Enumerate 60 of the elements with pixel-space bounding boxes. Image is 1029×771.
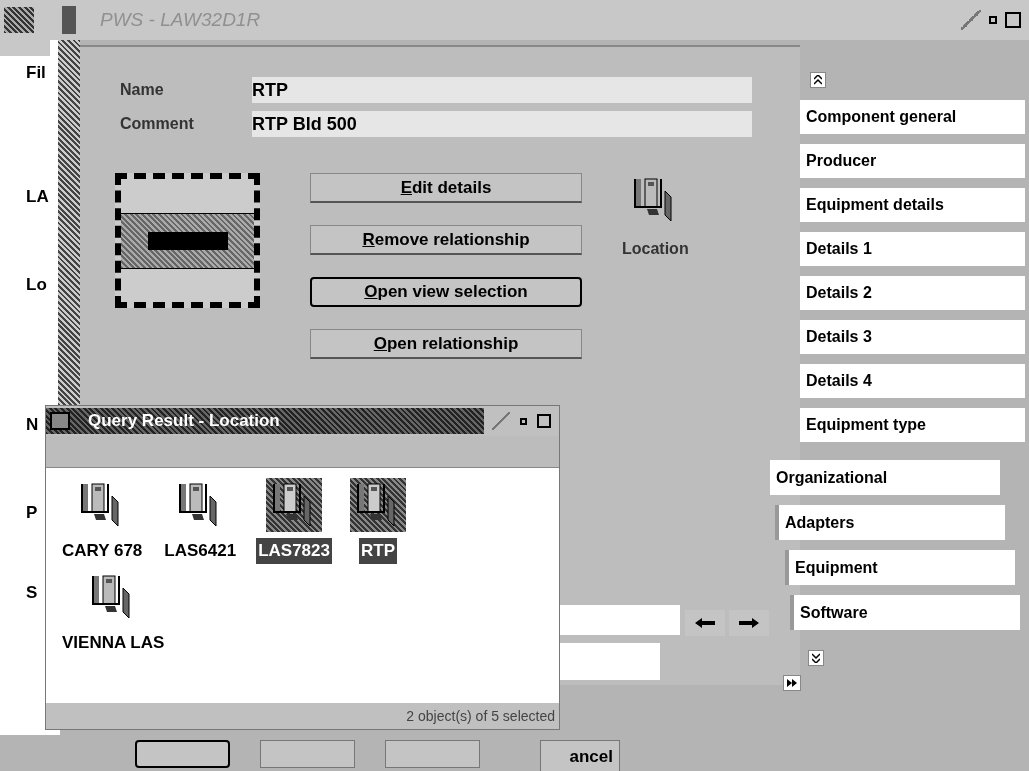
drop-target-drawing[interactable] [115,173,260,308]
field-label: P [26,502,38,524]
status-text: 2 object(s) of 5 selected [406,706,555,726]
object-label: LAS7823 [256,538,332,564]
push-button[interactable]: Open relationship [310,329,582,359]
left-arrow-icon [695,618,715,628]
notebook-tab[interactable]: Details 1 [800,232,1025,266]
field-label: S [26,582,38,604]
object-label: RTP [359,538,397,564]
maximize-button[interactable] [537,414,551,428]
icon-label: Location [622,239,689,259]
text-field[interactable] [560,643,660,680]
notebook-tab[interactable]: Equipment details [800,188,1025,222]
tab-scroll-down-button[interactable] [808,650,824,666]
notebook-tab[interactable]: Component general [800,100,1025,134]
field-label: Comment [120,114,195,134]
notebook-tab[interactable]: Details 2 [800,276,1025,310]
notebook-tab[interactable]: Producer [800,144,1025,178]
system-menu-icon[interactable] [50,412,70,430]
field-label: LA [26,186,49,208]
page-forward-button[interactable] [783,675,801,691]
right-arrow-button[interactable] [729,610,769,636]
text-field[interactable]: RTP [252,77,752,103]
push-button[interactable]: Edit details [310,173,582,203]
right-arrow-icon [739,618,759,628]
object-item[interactable]: LAS7823 [256,478,332,564]
minimize-button[interactable] [520,417,527,425]
notebook-tab[interactable]: Organizational [770,460,1000,495]
push-button[interactable] [135,740,230,768]
maximize-button[interactable] [1005,12,1021,28]
desktop-icon[interactable] [4,7,34,33]
fast-forward-icon [787,679,797,687]
notebook-tab[interactable]: Adapters [775,505,1005,540]
object-item[interactable]: LAS6421 [162,478,239,564]
field-label: N [26,414,39,436]
notebook-tab[interactable]: Equipment [785,550,1015,585]
tab-scroll-up-button[interactable] [810,72,826,88]
object-label: CARY 678 [61,540,144,562]
push-button[interactable]: Remove relationship [310,225,582,255]
window-title: Query Result - Location [88,410,280,433]
field-label: Lo [26,274,47,296]
text-field[interactable] [560,605,680,635]
cancel-button[interactable]: ancel [540,740,620,771]
object-item[interactable]: VIENNA LAS [60,569,167,655]
left-arrow-button[interactable] [685,610,725,636]
push-button[interactable]: Open view selection [310,277,582,307]
notebook-tab[interactable]: Software [790,595,1020,630]
field-label: Fil [26,62,46,84]
text-field[interactable]: RTP Bld 500 [252,111,752,137]
notebook-tab[interactable]: Details 3 [800,320,1025,354]
minimize-button[interactable] [989,16,997,24]
object-item[interactable]: CARY 678 [60,478,145,564]
notebook-tab[interactable]: Equipment type [800,408,1025,442]
window-title: PWS - LAW32D1R [100,7,261,32]
object-label: VIENNA LAS [61,631,166,654]
double-up-arrow-icon [814,75,822,85]
notebook-tab[interactable]: Details 4 [800,364,1025,398]
field-label: Name [120,80,165,100]
object-label: LAS6421 [163,540,238,562]
double-down-arrow-icon [812,653,820,663]
